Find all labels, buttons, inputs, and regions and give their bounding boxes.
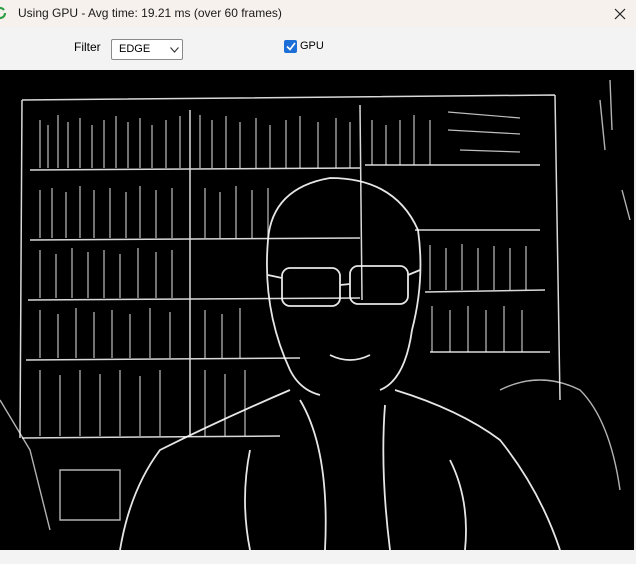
gpu-label: GPU (300, 40, 324, 52)
filter-selected-value: EDGE (119, 43, 151, 55)
close-button[interactable] (604, 0, 636, 27)
gpu-checkbox[interactable] (284, 40, 297, 53)
window-title: Using GPU - Avg time: 19.21 ms (over 60 … (18, 6, 282, 20)
close-icon (614, 8, 626, 19)
title-bar: Using GPU - Avg time: 19.21 ms (over 60 … (0, 0, 636, 27)
chevron-down-icon (170, 47, 179, 53)
toolbar: Filter EDGE GPU (0, 27, 636, 70)
status-strip (0, 550, 636, 564)
filter-dropdown[interactable]: EDGE (111, 39, 183, 60)
refresh-arrows-icon (0, 5, 8, 21)
checkmark-icon (285, 42, 296, 51)
filter-label: Filter (74, 40, 101, 54)
video-frame (0, 70, 634, 550)
